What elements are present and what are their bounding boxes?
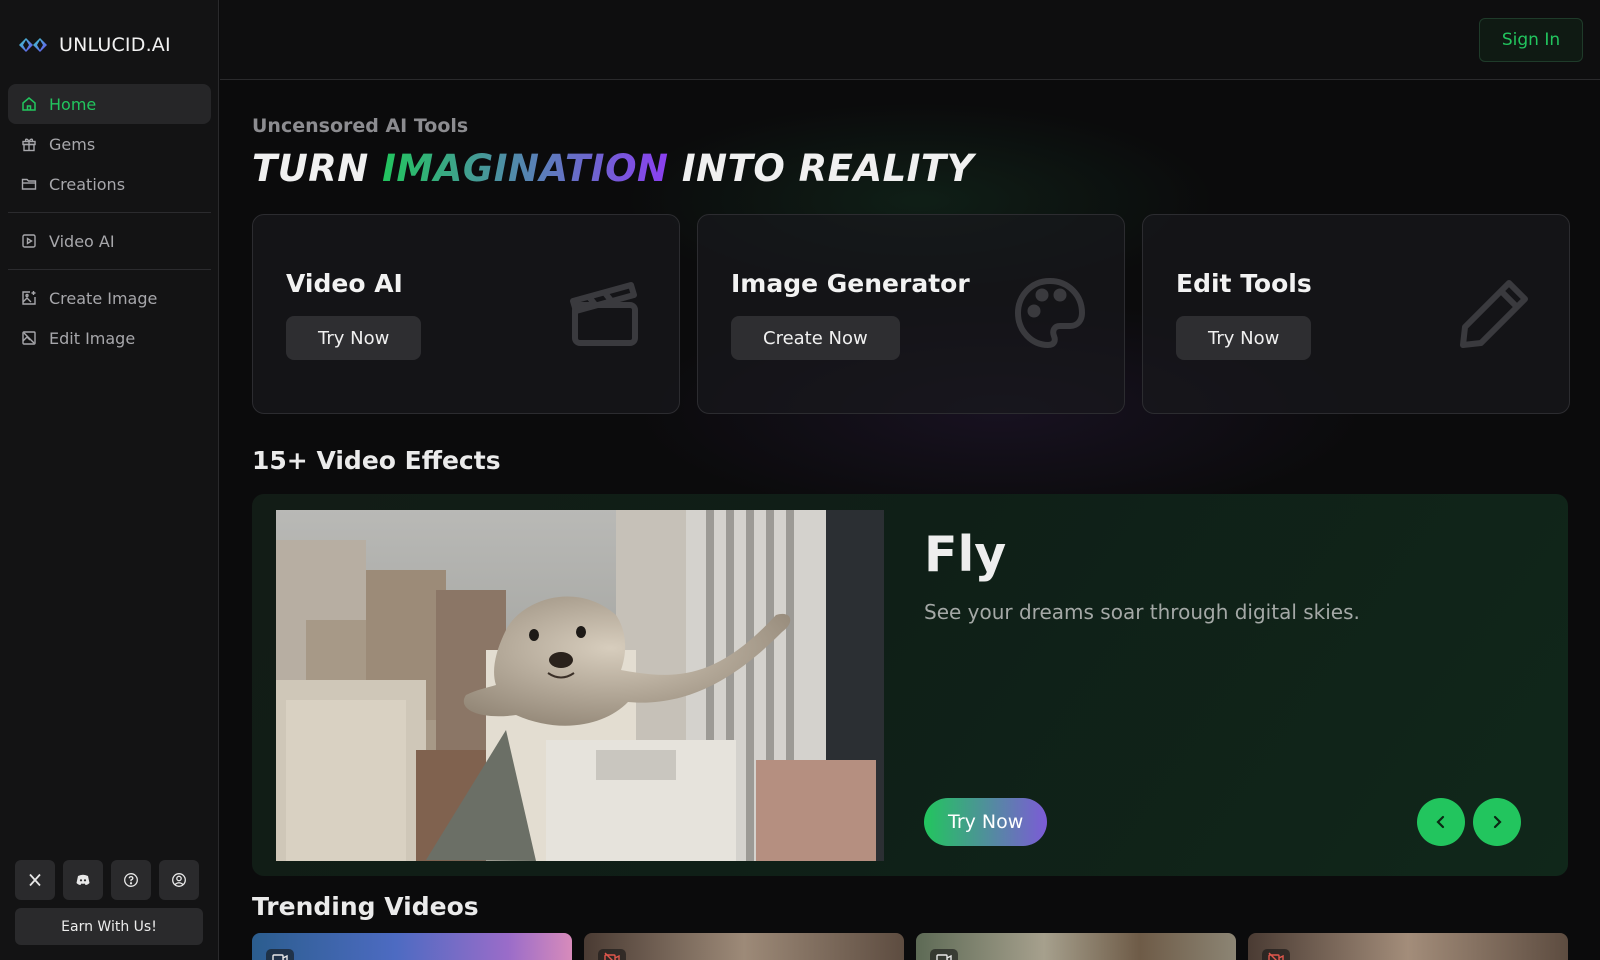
sidebar: UNLUCID.AI Home Gems Creations Video AI … xyxy=(0,0,219,960)
carousel-prev-button[interactable] xyxy=(1417,798,1465,846)
hero-title-part2: INTO REALITY xyxy=(681,147,974,190)
earn-with-us-button[interactable]: Earn With Us! xyxy=(15,908,203,945)
trending-video-thumbnail[interactable] xyxy=(1248,933,1568,960)
brand-name: UNLUCID.AI xyxy=(59,34,171,56)
play-square-icon xyxy=(22,234,36,248)
brand[interactable]: UNLUCID.AI xyxy=(17,32,171,58)
tool-card-image-generator[interactable]: Image Generator Create Now xyxy=(697,214,1125,414)
unlucid-logo-icon xyxy=(19,38,47,52)
edit-tools-try-button[interactable]: Try Now xyxy=(1176,316,1312,360)
gift-icon xyxy=(22,138,36,152)
social-links xyxy=(15,860,199,900)
sidebar-item-video-ai[interactable]: Video AI xyxy=(8,221,211,261)
sidebar-item-label: Create Image xyxy=(49,288,158,308)
palette-icon xyxy=(1014,277,1086,349)
hero-title-part1: TURN xyxy=(252,147,369,190)
sidebar-item-home[interactable]: Home xyxy=(8,84,211,124)
sidebar-nav: Home Gems Creations Video AI Create Imag… xyxy=(8,84,211,358)
video-ai-try-button[interactable]: Try Now xyxy=(286,316,422,360)
x-icon xyxy=(29,873,41,887)
home-icon xyxy=(22,97,36,111)
video-off-icon xyxy=(604,952,620,960)
x-link-button[interactable] xyxy=(15,860,55,900)
video-badge xyxy=(598,949,626,960)
hero-title: TURN IMAGINATION INTO REALITY xyxy=(252,147,974,190)
sign-in-button[interactable]: Sign In xyxy=(1479,18,1583,62)
effect-preview-graphic xyxy=(276,510,884,861)
help-icon xyxy=(124,873,138,887)
video-badge xyxy=(930,949,958,960)
tool-cards: Video AI Try Now Image Generator Create … xyxy=(252,214,1570,414)
effect-description: See your dreams soar through digital ski… xyxy=(924,600,1360,624)
video-badge xyxy=(266,949,294,960)
sidebar-item-label: Edit Image xyxy=(49,328,136,348)
pencil-icon xyxy=(1460,280,1528,348)
carousel-next-button[interactable] xyxy=(1473,798,1521,846)
effects-section-title: 15+ Video Effects xyxy=(252,446,501,475)
tool-card-title: Image Generator xyxy=(731,269,970,298)
hero-title-highlight: IMAGINATION xyxy=(382,147,669,190)
trending-videos-list xyxy=(252,933,1568,960)
effect-name: Fly xyxy=(924,526,1007,583)
tool-card-video-ai[interactable]: Video AI Try Now xyxy=(252,214,680,414)
video-effects-carousel: Fly See your dreams soar through digital… xyxy=(252,494,1568,876)
sidebar-item-gems[interactable]: Gems xyxy=(8,124,211,164)
image-generator-create-button[interactable]: Create Now xyxy=(731,316,900,360)
chevron-left-icon xyxy=(1436,815,1445,829)
trending-video-thumbnail[interactable] xyxy=(916,933,1236,960)
chevron-right-icon xyxy=(1493,815,1502,829)
discord-icon xyxy=(76,874,90,885)
folder-icon xyxy=(21,178,37,190)
user-circle-icon xyxy=(172,873,186,887)
video-camera-icon xyxy=(936,954,952,960)
image-plus-icon xyxy=(22,291,36,305)
discord-link-button[interactable] xyxy=(63,860,103,900)
sidebar-item-label: Gems xyxy=(49,134,96,154)
trending-section-title: Trending Videos xyxy=(252,892,479,921)
video-off-icon xyxy=(1268,952,1284,960)
effect-preview-image[interactable] xyxy=(276,510,884,861)
sidebar-item-label: Creations xyxy=(49,174,126,194)
sidebar-item-label: Video AI xyxy=(49,231,115,251)
sidebar-item-label: Home xyxy=(49,94,97,114)
main-content: Uncensored AI Tools TURN IMAGINATION INT… xyxy=(220,81,1600,960)
help-button[interactable] xyxy=(111,860,151,900)
nav-divider xyxy=(8,269,211,270)
hero-kicker: Uncensored AI Tools xyxy=(252,115,469,137)
account-button[interactable] xyxy=(159,860,199,900)
clapperboard-icon xyxy=(570,282,638,346)
trending-video-thumbnail[interactable] xyxy=(584,933,904,960)
sidebar-item-edit-image[interactable]: Edit Image xyxy=(8,318,211,358)
image-edit-icon xyxy=(22,331,36,345)
tool-card-title: Edit Tools xyxy=(1176,269,1312,298)
video-badge xyxy=(1262,949,1290,960)
effect-try-button[interactable]: Try Now xyxy=(924,798,1048,846)
sidebar-item-creations[interactable]: Creations xyxy=(8,164,211,204)
sidebar-item-create-image[interactable]: Create Image xyxy=(8,278,211,318)
trending-video-thumbnail[interactable] xyxy=(252,933,572,960)
tool-card-title: Video AI xyxy=(286,269,403,298)
nav-divider xyxy=(8,212,211,213)
tool-card-edit-tools[interactable]: Edit Tools Try Now xyxy=(1142,214,1570,414)
video-camera-icon xyxy=(272,954,288,960)
top-bar: Sign In xyxy=(220,0,1600,80)
